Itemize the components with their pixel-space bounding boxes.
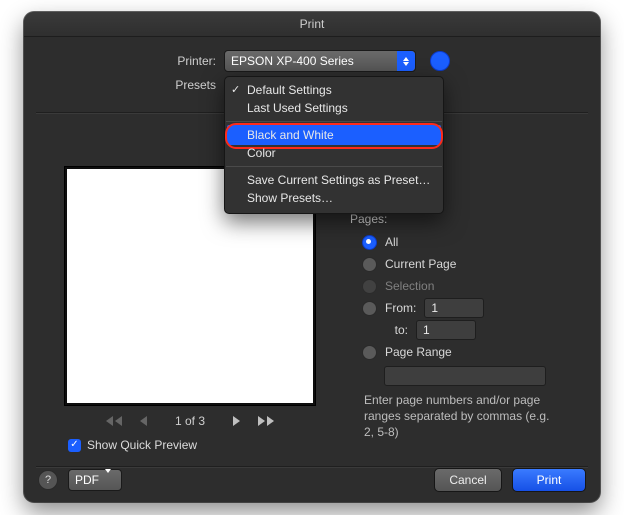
- radio-disabled-icon: [362, 279, 377, 294]
- pages-opt-selection-label: Selection: [385, 279, 434, 293]
- radio-icon: [362, 345, 377, 360]
- pages-opt-from[interactable]: From: 1: [362, 298, 574, 318]
- menu-separator: [226, 121, 442, 122]
- pages-to-field[interactable]: 1: [416, 320, 476, 340]
- page-first-button[interactable]: [106, 416, 122, 426]
- next-icon: [233, 416, 240, 426]
- show-quick-preview[interactable]: ✓ Show Quick Preview: [68, 438, 330, 452]
- pages-opt-range-label: Page Range: [385, 345, 452, 359]
- cancel-button[interactable]: Cancel: [434, 468, 502, 492]
- printer-label: Printer:: [24, 54, 216, 68]
- print-dialog: Print Printer: EPSON XP-400 Series Prese…: [24, 12, 600, 502]
- help-button[interactable]: ?: [38, 470, 58, 490]
- presets-item-default[interactable]: Default Settings: [225, 81, 443, 99]
- page-indicator: 1 of 3: [175, 414, 205, 428]
- pages-opt-current-label: Current Page: [385, 257, 456, 271]
- pages-opt-selection: Selection: [362, 276, 574, 296]
- print-button[interactable]: Print: [512, 468, 586, 492]
- ffwd-icon: [258, 416, 265, 426]
- footer: ? PDF Cancel Print: [24, 468, 600, 492]
- printer-row: Printer: EPSON XP-400 Series: [24, 50, 600, 72]
- pdf-menu-button[interactable]: PDF: [68, 469, 122, 491]
- pdf-label: PDF: [69, 473, 105, 487]
- presets-item-bw[interactable]: Black and White: [225, 126, 443, 144]
- printer-info-button[interactable]: [430, 51, 450, 71]
- presets-item-save-as[interactable]: Save Current Settings as Preset…: [225, 171, 443, 189]
- pages-panel: Pages: All Current Page Selection From: …: [350, 212, 574, 441]
- chevron-down-icon: [105, 473, 121, 487]
- radio-icon: [362, 257, 377, 272]
- pages-hint: Enter page numbers and/or page ranges se…: [364, 392, 554, 441]
- printer-selected: EPSON XP-400 Series: [225, 54, 397, 68]
- pages-from-label: From:: [385, 301, 416, 315]
- radio-icon: [362, 301, 377, 316]
- show-quick-preview-label: Show Quick Preview: [87, 438, 197, 452]
- page-last-button[interactable]: [258, 416, 274, 426]
- help-icon: ?: [45, 474, 51, 486]
- prev-icon: [140, 416, 147, 426]
- rewind-icon: [106, 416, 113, 426]
- presets-item-show[interactable]: Show Presets…: [225, 189, 443, 207]
- pages-opt-range[interactable]: Page Range: [362, 342, 574, 362]
- presets-label: Presets: [24, 78, 216, 92]
- pages-opt-current[interactable]: Current Page: [362, 254, 574, 274]
- updown-icon: [397, 51, 415, 71]
- pages-heading: Pages:: [350, 212, 574, 226]
- checkbox-checked-icon: ✓: [68, 439, 81, 452]
- pages-from-field[interactable]: 1: [424, 298, 484, 318]
- pages-range-field[interactable]: [384, 366, 546, 386]
- dialog-body: Printer: EPSON XP-400 Series Presets Def…: [24, 36, 600, 502]
- presets-item-bw-label: Black and White: [247, 128, 334, 142]
- page-prev-button[interactable]: [140, 416, 147, 426]
- radio-selected-icon: [362, 235, 377, 250]
- presets-item-last-used[interactable]: Last Used Settings: [225, 99, 443, 117]
- pages-to-row: to: 1: [362, 320, 574, 340]
- pages-to-label: to:: [362, 323, 408, 337]
- ffwd-icon: [267, 416, 274, 426]
- menu-separator: [226, 166, 442, 167]
- presets-item-color[interactable]: Color: [225, 144, 443, 162]
- rewind-icon: [115, 416, 122, 426]
- pages-opt-all-label: All: [385, 235, 398, 249]
- pager: 1 of 3: [50, 414, 330, 428]
- presets-menu: Default Settings Last Used Settings Blac…: [224, 76, 444, 214]
- page-next-button[interactable]: [233, 416, 240, 426]
- printer-popup[interactable]: EPSON XP-400 Series: [224, 50, 416, 72]
- pages-opt-all[interactable]: All: [362, 232, 574, 252]
- window-title: Print: [24, 12, 600, 37]
